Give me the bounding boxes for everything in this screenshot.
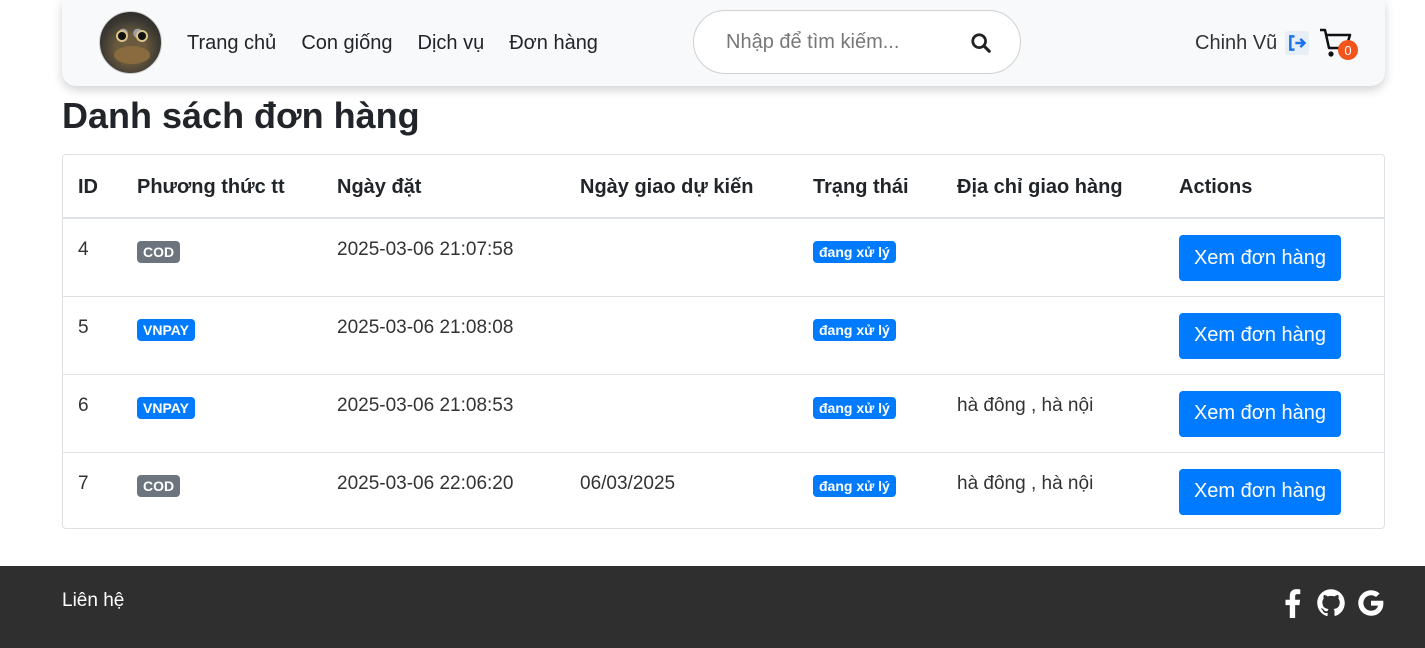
order-id: 5 bbox=[63, 296, 122, 375]
view-order-button[interactable]: Xem đơn hàng bbox=[1179, 468, 1341, 515]
col-header-payment: Phương thức tt bbox=[122, 155, 322, 219]
table-row: 5 VNPAY 2025-03-06 21:08:08 đang xử lý X… bbox=[63, 296, 1384, 375]
status-badge: đang xử lý bbox=[813, 396, 896, 419]
col-header-id: ID bbox=[63, 155, 122, 219]
payment-badge: VNPAY bbox=[137, 318, 195, 341]
delivery-date bbox=[565, 374, 798, 453]
logo-avatar[interactable] bbox=[99, 11, 162, 74]
delivery-date bbox=[565, 296, 798, 375]
cart-count-badge: 0 bbox=[1338, 40, 1358, 60]
nav-breeds[interactable]: Con giống bbox=[301, 32, 392, 55]
nav-orders[interactable]: Đơn hàng bbox=[509, 32, 598, 55]
table-header-row: ID Phương thức tt Ngày đặt Ngày giao dự … bbox=[63, 155, 1384, 219]
nav-services[interactable]: Dịch vụ bbox=[418, 32, 485, 55]
view-order-button[interactable]: Xem đơn hàng bbox=[1179, 312, 1341, 359]
search-icon[interactable] bbox=[970, 32, 992, 54]
col-header-delivery-date: Ngày giao dự kiến bbox=[565, 155, 798, 219]
payment-badge: COD bbox=[137, 241, 181, 263]
user-menu: Chinh Vũ bbox=[1195, 0, 1310, 86]
logout-icon[interactable] bbox=[1285, 31, 1310, 55]
delivery-date bbox=[565, 218, 798, 297]
order-id: 6 bbox=[63, 374, 122, 453]
navbar: Trang chủ Con giống Dịch vụ Đơn hàng Chi… bbox=[62, 0, 1385, 86]
social-icons bbox=[1280, 588, 1396, 618]
order-id: 4 bbox=[63, 218, 122, 297]
col-header-address: Địa chỉ giao hàng bbox=[942, 155, 1164, 219]
order-date: 2025-03-06 21:08:08 bbox=[322, 296, 565, 375]
delivery-address: hà đông , hà nội bbox=[957, 472, 1094, 494]
order-date: 2025-03-06 22:06:20 bbox=[337, 472, 514, 494]
github-icon[interactable] bbox=[1316, 588, 1346, 618]
search-box bbox=[693, 10, 1021, 74]
order-date: 2025-03-06 21:08:53 bbox=[322, 374, 565, 453]
table-row: 7 COD 2025-03-06 22:06:20 06/03/2025 đan… bbox=[63, 452, 1384, 528]
delivery-address: hà đông , hà nội bbox=[942, 374, 1164, 453]
order-date: 2025-03-06 21:07:58 bbox=[322, 218, 565, 297]
user-name[interactable]: Chinh Vũ bbox=[1195, 32, 1277, 55]
view-order-button[interactable]: Xem đơn hàng bbox=[1179, 390, 1341, 437]
search-input[interactable] bbox=[726, 30, 956, 54]
footer-contact-link[interactable]: Liên hệ bbox=[62, 590, 124, 612]
facebook-icon[interactable] bbox=[1280, 588, 1306, 618]
col-header-status: Trạng thái bbox=[798, 155, 942, 219]
view-order-button[interactable]: Xem đơn hàng bbox=[1179, 235, 1341, 281]
nav-home[interactable]: Trang chủ bbox=[187, 32, 276, 55]
footer: Liên hệ bbox=[0, 566, 1425, 648]
payment-badge: VNPAY bbox=[137, 396, 195, 419]
col-header-order-date: Ngày đặt bbox=[322, 155, 565, 219]
status-badge: đang xử lý bbox=[813, 318, 896, 341]
col-header-actions: Actions bbox=[1164, 155, 1384, 219]
main-nav: Trang chủ Con giống Dịch vụ Đơn hàng bbox=[187, 0, 623, 86]
status-badge: đang xử lý bbox=[813, 241, 896, 263]
google-icon[interactable] bbox=[1356, 588, 1386, 618]
page-title: Danh sách đơn hàng bbox=[62, 95, 420, 136]
delivery-address bbox=[942, 218, 1164, 297]
delivery-date: 06/03/2025 bbox=[580, 472, 676, 494]
orders-table: ID Phương thức tt Ngày đặt Ngày giao dự … bbox=[62, 154, 1385, 529]
order-id: 7 bbox=[78, 472, 89, 494]
payment-badge: COD bbox=[137, 474, 181, 497]
table-row: 6 VNPAY 2025-03-06 21:08:53 đang xử lý h… bbox=[63, 374, 1384, 453]
status-badge: đang xử lý bbox=[813, 474, 896, 497]
table-row: 4 COD 2025-03-06 21:07:58 đang xử lý Xem… bbox=[63, 218, 1384, 297]
delivery-address bbox=[942, 296, 1164, 375]
